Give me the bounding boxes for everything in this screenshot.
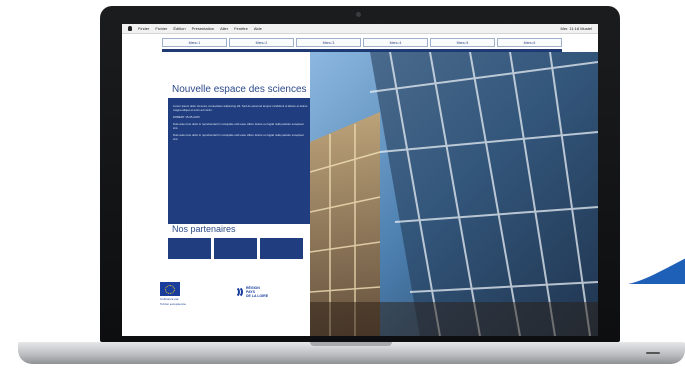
blue-swoosh-decoration — [628, 258, 685, 284]
eu-text-line2: l'Union européenne — [160, 302, 186, 306]
region-mark-icon — [234, 286, 244, 298]
region-pays-de-la-loire-logo: RÉGION PAYS DE LA LOIRE — [234, 286, 268, 298]
nav-item-3[interactable]: Menu 3 — [296, 38, 361, 47]
nav-item-6[interactable]: Menu 6 — [497, 38, 562, 47]
apple-icon[interactable] — [128, 26, 132, 31]
camera-icon — [356, 12, 361, 17]
site-navigation: Menu 1 Menu 2 Menu 3 Menu 4 Menu 5 Menu … — [162, 38, 562, 47]
news-paragraph: Lorem ipsum dolor sit amet, consectetur … — [173, 104, 308, 112]
news-paragraph: Duis aute irure dolor in reprehenderit i… — [173, 122, 305, 130]
nav-item-5[interactable]: Menu 5 — [430, 38, 495, 47]
partner-tile[interactable] — [168, 238, 211, 259]
menu-bar: Finder Fichier Édition Présentation Alle… — [122, 24, 598, 34]
eu-flag-icon — [160, 282, 180, 296]
laptop-base — [18, 342, 685, 364]
news-paragraph: Duis aute irure dolor in reprehenderit i… — [173, 133, 305, 141]
building-photo — [310, 52, 598, 336]
menu-help[interactable]: Aide — [254, 26, 262, 31]
nav-item-1[interactable]: Menu 1 — [162, 38, 227, 47]
nav-item-2[interactable]: Menu 2 — [229, 38, 294, 47]
indicator-light-icon — [646, 352, 660, 354]
eu-cofinance-logo: Cofinancé par l'Union européenne — [160, 282, 200, 306]
menu-file[interactable]: Fichier — [155, 26, 167, 31]
menubar-status: Mer. 11:18 Mustel — [560, 26, 593, 31]
partner-logos-row — [168, 238, 303, 259]
menu-view[interactable]: Présentation — [192, 26, 214, 31]
menu-finder[interactable]: Finder — [138, 26, 149, 31]
lid-opening-notch — [310, 342, 392, 346]
region-line3: DE LA LOIRE — [246, 294, 269, 298]
nav-item-4[interactable]: Menu 4 — [363, 38, 428, 47]
news-panel: Lorem ipsum dolor sit amet, consectetur … — [168, 98, 314, 224]
menu-go[interactable]: Aller — [220, 26, 228, 31]
partner-tile[interactable] — [260, 238, 303, 259]
laptop-frame: Finder Fichier Édition Présentation Alle… — [100, 6, 620, 342]
page-title: Nouvelle espace des sciences — [172, 84, 307, 95]
news-date: ROBERT 15-05-2015 — [173, 115, 200, 119]
eu-text-line1: Cofinancé par — [160, 297, 179, 301]
menu-window[interactable]: Fenêtre — [234, 26, 248, 31]
partner-tile[interactable] — [214, 238, 257, 259]
partners-title: Nos partenaires — [172, 224, 236, 234]
menu-edit[interactable]: Édition — [173, 26, 185, 31]
laptop-screen: Finder Fichier Édition Présentation Alle… — [122, 24, 598, 336]
